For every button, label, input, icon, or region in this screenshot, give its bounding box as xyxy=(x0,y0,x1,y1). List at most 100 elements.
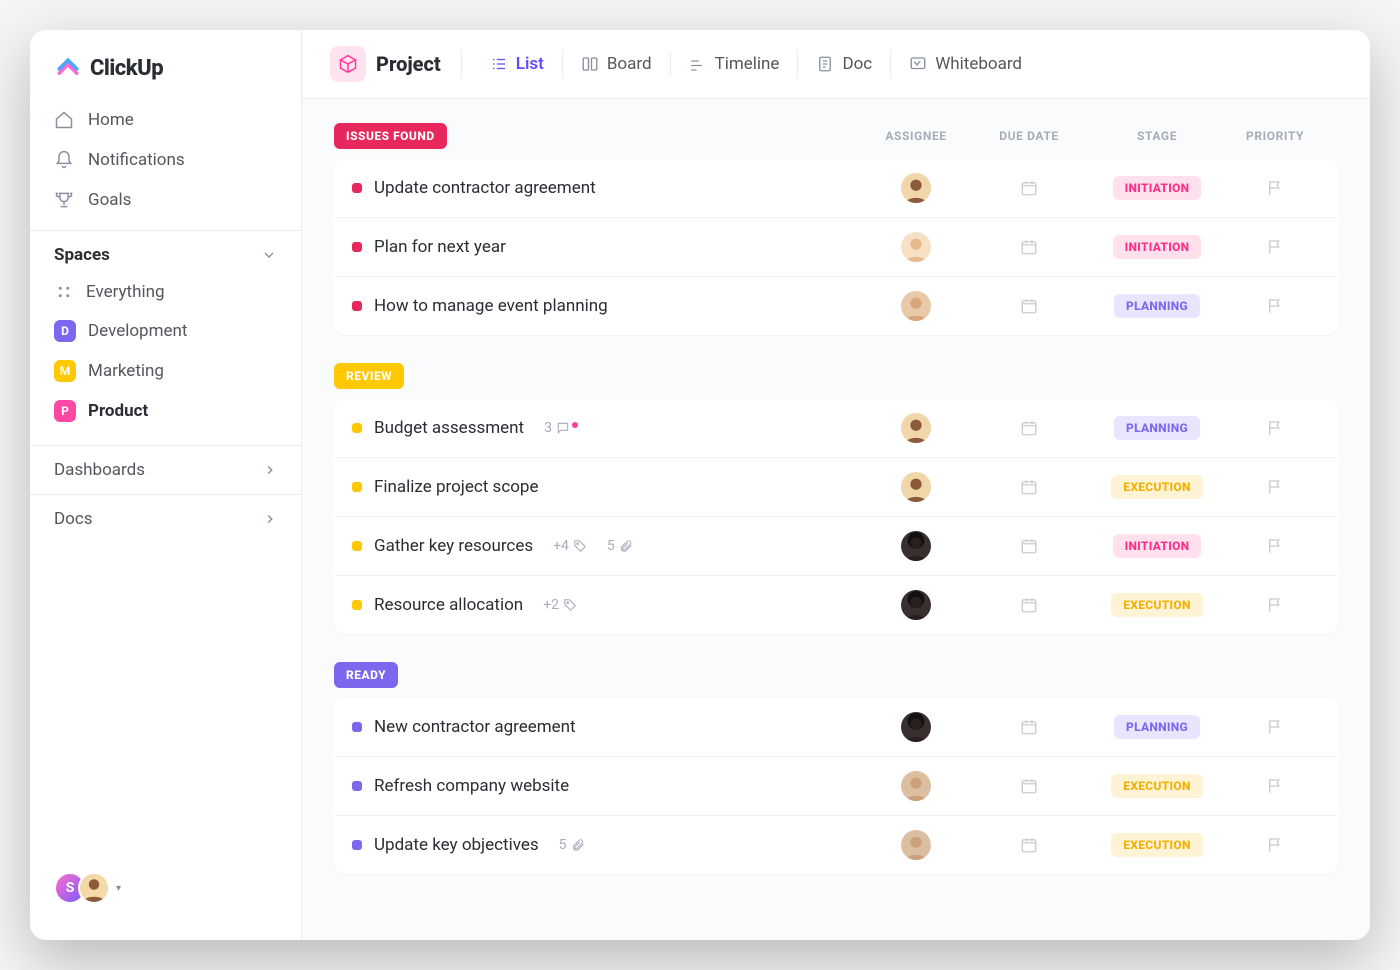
assignee-cell[interactable] xyxy=(866,413,966,443)
task-row[interactable]: Refresh company website EXECUTION xyxy=(334,757,1338,816)
priority-cell[interactable] xyxy=(1230,537,1320,555)
status-indicator[interactable] xyxy=(352,781,362,791)
stage-cell[interactable]: PLANNING xyxy=(1092,715,1222,739)
task-row[interactable]: How to manage event planning PLANNING xyxy=(334,277,1338,335)
stage-cell[interactable]: INITIATION xyxy=(1092,176,1222,200)
due-date-cell[interactable] xyxy=(974,836,1084,854)
assignee-cell[interactable] xyxy=(866,232,966,262)
priority-cell[interactable] xyxy=(1230,179,1320,197)
stage-cell[interactable]: INITIATION xyxy=(1092,235,1222,259)
stage-cell[interactable]: INITIATION xyxy=(1092,534,1222,558)
assignee-cell[interactable] xyxy=(866,472,966,502)
flag-icon xyxy=(1266,238,1284,256)
view-tab-whiteboard[interactable]: Whiteboard xyxy=(901,48,1030,80)
status-indicator[interactable] xyxy=(352,482,362,492)
priority-cell[interactable] xyxy=(1230,297,1320,315)
group-label[interactable]: ISSUES FOUND xyxy=(334,123,447,149)
status-indicator[interactable] xyxy=(352,722,362,732)
task-name: Update key objectives xyxy=(374,835,539,855)
topbar: Project List Board Timeline Doc Whiteboard xyxy=(302,30,1370,99)
task-row[interactable]: New contractor agreement PLANNING xyxy=(334,698,1338,757)
comment-count[interactable]: 3 xyxy=(544,420,578,436)
stage-pill: EXECUTION xyxy=(1111,833,1202,857)
project-chip[interactable]: Project xyxy=(330,46,441,82)
view-tab-timeline[interactable]: Timeline xyxy=(681,48,788,80)
view-tab-board[interactable]: Board xyxy=(573,48,660,80)
space-item-development[interactable]: D Development xyxy=(30,311,301,351)
task-row[interactable]: Update contractor agreement INITIATION xyxy=(334,159,1338,218)
nav-goals[interactable]: Goals xyxy=(30,180,301,220)
due-date-cell[interactable] xyxy=(974,718,1084,736)
assignee-cell[interactable] xyxy=(866,712,966,742)
task-row[interactable]: Budget assessment 3 PLANNING xyxy=(334,399,1338,458)
group-label[interactable]: REVIEW xyxy=(334,363,404,389)
stage-cell[interactable]: EXECUTION xyxy=(1092,774,1222,798)
paperclip-icon xyxy=(619,539,633,553)
space-item-marketing[interactable]: M Marketing xyxy=(30,351,301,391)
task-name: How to manage event planning xyxy=(374,296,608,316)
stage-cell[interactable]: EXECUTION xyxy=(1092,833,1222,857)
space-everything[interactable]: Everything xyxy=(30,273,301,311)
task-row[interactable]: Gather key resources +45 INITIATION xyxy=(334,517,1338,576)
col-priority: PRIORITY xyxy=(1230,129,1320,143)
assignee-cell[interactable] xyxy=(866,830,966,860)
task-row[interactable]: Plan for next year INITIATION xyxy=(334,218,1338,277)
brand-logo[interactable]: ClickUp xyxy=(30,50,301,100)
stage-pill: EXECUTION xyxy=(1111,774,1202,798)
due-date-cell[interactable] xyxy=(974,596,1084,614)
attachment-count[interactable]: 5 xyxy=(559,837,585,853)
space-item-product[interactable]: P Product xyxy=(30,391,301,431)
assignee-avatar xyxy=(901,232,931,262)
assignee-cell[interactable] xyxy=(866,173,966,203)
tag-count[interactable]: +4 xyxy=(553,538,587,554)
nav-notifications[interactable]: Notifications xyxy=(30,140,301,180)
status-indicator[interactable] xyxy=(352,541,362,551)
group-rows: Update contractor agreement INITIATION P… xyxy=(334,159,1338,335)
stage-cell[interactable]: EXECUTION xyxy=(1092,475,1222,499)
priority-cell[interactable] xyxy=(1230,419,1320,437)
stage-cell[interactable]: EXECUTION xyxy=(1092,593,1222,617)
attachment-count[interactable]: 5 xyxy=(607,538,633,554)
task-row[interactable]: Finalize project scope EXECUTION xyxy=(334,458,1338,517)
group-label[interactable]: READY xyxy=(334,662,398,688)
task-row[interactable]: Update key objectives 5 EXECUTION xyxy=(334,816,1338,874)
due-date-cell[interactable] xyxy=(974,419,1084,437)
due-date-cell[interactable] xyxy=(974,297,1084,315)
priority-cell[interactable] xyxy=(1230,777,1320,795)
status-indicator[interactable] xyxy=(352,242,362,252)
due-date-cell[interactable] xyxy=(974,777,1084,795)
due-date-cell[interactable] xyxy=(974,179,1084,197)
priority-cell[interactable] xyxy=(1230,596,1320,614)
priority-cell[interactable] xyxy=(1230,478,1320,496)
status-indicator[interactable] xyxy=(352,183,362,193)
sidebar-dashboards[interactable]: Dashboards xyxy=(30,446,301,494)
status-indicator[interactable] xyxy=(352,840,362,850)
assignee-cell[interactable] xyxy=(866,291,966,321)
assignee-cell[interactable] xyxy=(866,771,966,801)
due-date-cell[interactable] xyxy=(974,478,1084,496)
status-indicator[interactable] xyxy=(352,423,362,433)
status-indicator[interactable] xyxy=(352,301,362,311)
nav-home[interactable]: Home xyxy=(30,100,301,140)
view-tab-list[interactable]: List xyxy=(482,48,552,80)
sidebar-docs[interactable]: Docs xyxy=(30,494,301,543)
priority-cell[interactable] xyxy=(1230,238,1320,256)
due-date-cell[interactable] xyxy=(974,238,1084,256)
assignee-cell[interactable] xyxy=(866,531,966,561)
due-date-cell[interactable] xyxy=(974,537,1084,555)
stage-cell[interactable]: PLANNING xyxy=(1092,294,1222,318)
spaces-header[interactable]: Spaces xyxy=(30,230,301,273)
priority-cell[interactable] xyxy=(1230,836,1320,854)
priority-cell[interactable] xyxy=(1230,718,1320,736)
status-indicator[interactable] xyxy=(352,600,362,610)
workspace-switcher[interactable]: S ▾ xyxy=(30,856,301,920)
task-row[interactable]: Resource allocation +2 EXECUTION xyxy=(334,576,1338,634)
flag-icon xyxy=(1266,777,1284,795)
tag-count[interactable]: +2 xyxy=(543,597,577,613)
assignee-cell[interactable] xyxy=(866,590,966,620)
view-tab-doc[interactable]: Doc xyxy=(808,48,880,80)
stage-cell[interactable]: PLANNING xyxy=(1092,416,1222,440)
assignee-avatar xyxy=(901,291,931,321)
assignee-avatar xyxy=(901,590,931,620)
trophy-icon xyxy=(54,190,74,210)
